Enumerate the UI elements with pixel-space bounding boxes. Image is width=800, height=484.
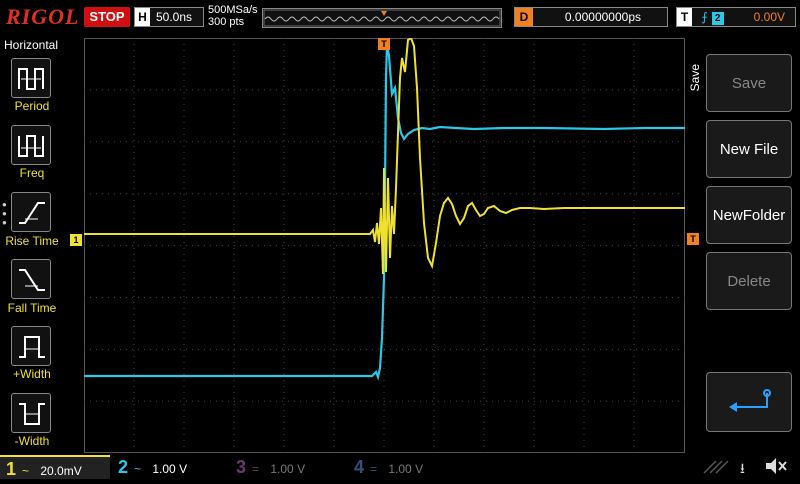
timebase-box[interactable]: H 50.0ns [134,7,204,27]
frequency-icon [18,135,44,157]
memory-depth: 300 pts [208,16,245,28]
channel-4-number: 4 [354,457,365,477]
save-button[interactable]: Save [706,54,792,112]
menu-toggle-icon[interactable] [700,455,740,479]
channel-4-scale: 1.00 V [388,462,424,476]
return-arrow-icon [729,389,771,412]
timebase-key: H [135,8,150,26]
run-stop-status[interactable]: STOP [84,7,130,27]
positive-width-button[interactable] [11,326,51,366]
menu-title-horizontal: Horizontal [3,38,59,52]
period-icon [18,68,44,90]
positive-width-label: +Width [13,367,51,381]
memory-overview-strip [262,8,502,28]
menu-title-save: Save [688,64,702,92]
channel-1-ground-marker[interactable]: 1 [70,234,82,246]
channel-3-scale: 1.00 V [270,462,306,476]
fall-time-label: Fall Time [7,301,57,315]
trigger-box[interactable]: T ⨍ 2 0.00V [676,7,796,27]
fall-time-icon [19,269,45,291]
rise-time-label: Rise Time [5,234,59,248]
rise-time-button[interactable] [11,192,51,232]
channel-1-box[interactable]: 1 ~ 20.0mV [0,455,110,479]
channel-3-coupling: = [252,462,260,476]
channel-1-number: 1 [6,459,17,479]
channel-1-coupling: ~ [22,464,30,478]
channel-2-number: 2 [118,457,129,477]
channel-2-coupling: ~ [134,462,142,476]
channel-1-scale: 20.0mV [40,464,82,478]
rise-time-icon [19,202,45,224]
rigol-logo: RIGOL [6,4,80,29]
return-button[interactable] [706,372,792,432]
delay-value: 0.00000000ps [564,10,641,24]
period-button[interactable] [11,58,51,98]
page-dots-icon: ● ● ● [2,200,7,227]
positive-width-icon [19,336,45,358]
channel-4-coupling: = [370,462,378,476]
channel-2-scale: 1.00 V [152,462,188,476]
memory-trigger-marker [381,11,387,16]
negative-width-button[interactable] [11,393,51,433]
new-folder-button[interactable]: NewFolder [706,186,792,244]
waveform-grid [84,36,685,453]
new-file-button[interactable]: New File [706,120,792,178]
channel-3-number: 3 [236,457,247,477]
delay-box[interactable]: D 0.00000000ps [514,7,668,27]
trigger-position-marker[interactable]: T [378,38,390,50]
channel-3-box[interactable]: 3 = 1.00 V [230,455,340,479]
trigger-key: T [677,8,692,26]
period-label: Period [14,99,50,113]
trigger-source: 2 [711,12,724,25]
trigger-level-marker[interactable]: T [687,233,699,245]
negative-width-icon [19,403,45,425]
frequency-label: Freq [19,166,45,180]
rising-edge-icon: ⨍ [701,10,708,24]
fall-time-button[interactable] [11,259,51,299]
trigger-position-marker-label: T [381,39,387,49]
trigger-level-marker-label: T [690,234,696,244]
sample-rate: 500MSa/s [208,4,258,16]
speaker-muted-icon[interactable] [764,456,788,481]
negative-width-label: -Width [14,434,50,448]
acquisition-info: 500MSa/s 300 pts [208,4,258,28]
delete-button[interactable]: Delete [706,252,792,310]
channel-4-box[interactable]: 4 = 1.00 V [348,455,458,479]
usb-icon: ⭳ [740,460,745,476]
channel-2-box[interactable]: 2 ~ 1.00 V [112,455,222,479]
trigger-level: 0.00V [753,10,785,24]
memory-overview-waveform [263,9,501,27]
waveform-display[interactable]: 1 T T [70,36,699,453]
delay-key: D [515,8,533,26]
frequency-button[interactable] [11,125,51,165]
timebase-value: 50.0ns [156,10,193,24]
channel-1-marker-label: 1 [73,235,79,245]
